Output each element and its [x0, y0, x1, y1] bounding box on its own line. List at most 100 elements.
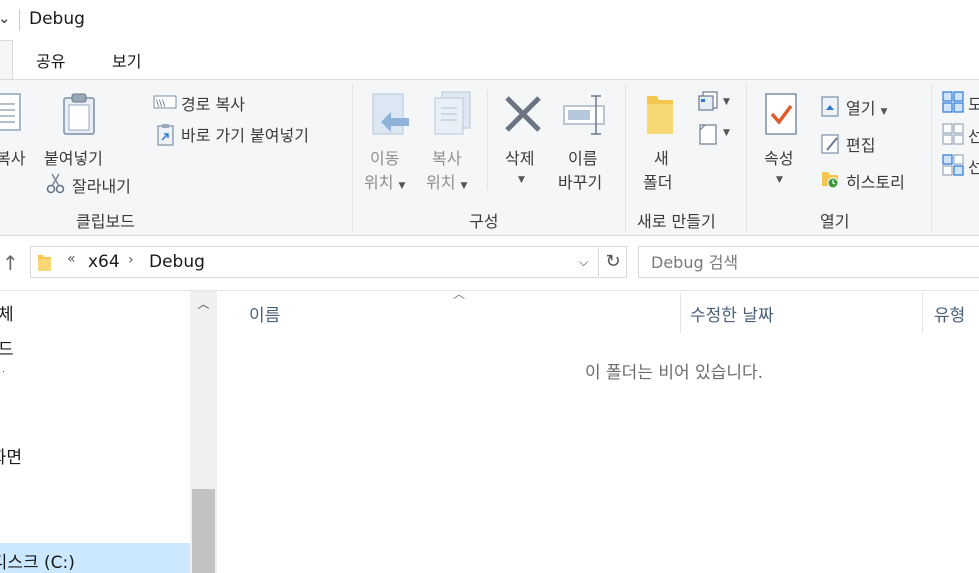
copy-to-dropdown-icon: ▼ [460, 181, 468, 191]
clipboard-group-label: 클립보드 [76, 212, 135, 231]
cut-icon[interactable] [46, 172, 66, 194]
history-button[interactable]: 히스토리 [846, 169, 905, 193]
column-header-name[interactable]: 이름 [249, 301, 280, 326]
ribbon-tabs: 공유 보기 [0, 40, 979, 79]
history-icon[interactable] [820, 168, 842, 190]
empty-folder-message: 이 폴더는 비어 있습니다. [585, 363, 764, 383]
nav-item[interactable]: 드 [0, 335, 14, 360]
ribbon: 복사 붙여넣기 \\\ 경로 복사 바로 가기 붙여넣기 잘라내기 클립보드 이… [0, 79, 979, 236]
move-to-dropdown-icon: ▼ [398, 181, 406, 191]
tab-home[interactable] [0, 40, 13, 79]
nav-item[interactable]: ᆞ [0, 363, 9, 380]
new-item-icon[interactable] [697, 90, 721, 112]
copy-to-icon[interactable] [432, 90, 476, 136]
scroll-up-icon[interactable]: ︿ [190, 295, 217, 312]
column-separator[interactable] [922, 293, 923, 333]
select-none-icon[interactable] [942, 123, 964, 145]
group-separator [746, 84, 747, 232]
paste-button-label[interactable]: 붙여넣기 [44, 145, 103, 169]
copy-to-text: 위치 [426, 173, 456, 192]
edit-button[interactable]: 편집 [846, 132, 875, 156]
svg-text:\\\: \\\ [156, 99, 166, 109]
folder-icon [38, 255, 51, 271]
open-text: 열기 [846, 99, 876, 118]
delete-dropdown-icon[interactable]: ▼ [518, 175, 525, 185]
invert-selection-icon[interactable] [942, 154, 964, 176]
new-group-label: 새로 만들기 [637, 212, 716, 231]
inner-separator [487, 90, 488, 190]
navigation-bar: ↑ « x64 › Debug ⌵ ↻ [0, 237, 979, 289]
new-folder-label-1[interactable]: 새 [654, 145, 669, 169]
select-all-label[interactable]: 모 [968, 91, 979, 115]
address-bar[interactable]: « x64 › Debug ⌵ [30, 246, 599, 278]
delete-button-label[interactable]: 삭제 [505, 145, 534, 169]
nav-item-local-disk[interactable]: 로컬 디스크 (C:) [0, 543, 190, 573]
breadcrumb-chevron-icon[interactable]: › [128, 252, 134, 268]
refresh-icon: ↻ [605, 251, 621, 272]
group-separator [352, 84, 353, 232]
up-arrow-icon[interactable]: ↑ [2, 251, 19, 275]
move-to-label-2[interactable]: 위치 ▼ [364, 169, 405, 193]
rename-label-1[interactable]: 이름 [568, 145, 597, 169]
group-separator [931, 84, 932, 232]
invert-selection-label[interactable]: 선 [968, 154, 979, 178]
move-to-icon[interactable] [371, 92, 411, 138]
select-none-label[interactable]: 선 [968, 123, 979, 147]
paste-shortcut-icon[interactable] [156, 123, 176, 147]
title-separator [19, 9, 20, 31]
nav-item-local-disk-label: 로컬 디스크 (C:) [0, 553, 75, 573]
move-to-label-1[interactable]: 이동 [370, 145, 399, 169]
file-list: ︿ 이름 수정한 날짜 유형 이 폴더는 비어 있습니다. [217, 287, 979, 573]
select-all-icon[interactable] [942, 91, 964, 113]
rename-label-2[interactable]: 바꾸기 [558, 169, 602, 193]
column-separator[interactable] [680, 293, 681, 333]
address-history-dropdown-icon[interactable]: ⌵ [579, 255, 588, 270]
title-bar: ⌄ Debug [0, 0, 979, 40]
open-button[interactable]: 열기 ▼ [846, 95, 887, 119]
breadcrumb-x64[interactable]: x64 [88, 252, 120, 272]
cut-button[interactable]: 잘라내기 [72, 173, 131, 197]
easy-access-icon[interactable] [697, 122, 721, 146]
copy-path-button[interactable]: 경로 복사 [181, 91, 245, 115]
address-overflow-icon[interactable]: « [67, 251, 76, 267]
properties-button-label[interactable]: 속성 [764, 145, 793, 169]
quick-access-dropdown-icon[interactable]: ⌄ [0, 9, 11, 27]
tab-view[interactable]: 보기 [112, 48, 141, 72]
open-group-label: 열기 [820, 212, 850, 231]
open-dropdown-icon: ▼ [880, 107, 888, 117]
copy-to-label-1[interactable]: 복사 [432, 145, 461, 169]
breadcrumb-debug[interactable]: Debug [149, 252, 205, 272]
copy-icon[interactable] [0, 90, 28, 136]
search-input[interactable] [639, 247, 979, 277]
scroll-thumb[interactable] [192, 489, 215, 573]
group-separator [625, 84, 626, 232]
new-folder-label-2[interactable]: 폴더 [643, 169, 672, 193]
tab-share[interactable]: 공유 [36, 48, 65, 72]
move-to-text: 위치 [364, 173, 394, 192]
delete-icon[interactable] [503, 94, 543, 134]
new-item-dropdown-icon[interactable]: ▼ [723, 97, 730, 107]
copy-to-label-2[interactable]: 위치 ▼ [426, 169, 467, 193]
rename-icon[interactable] [562, 92, 608, 136]
nav-item-desktop[interactable]: 바탕 화면 [0, 443, 22, 468]
edit-icon[interactable] [820, 133, 842, 155]
copy-path-icon[interactable]: \\\ [153, 94, 177, 110]
navpane-scrollbar[interactable]: ︿ [190, 291, 217, 573]
nav-item[interactable]: 체 [0, 300, 14, 325]
navigation-pane: 체 드 ᆞ 바탕 화면 로컬 디스크 (C:) ︿ [0, 290, 217, 573]
column-header-type[interactable]: 유형 [934, 301, 965, 326]
refresh-button[interactable]: ↻ [600, 246, 627, 278]
organize-group-label: 구성 [469, 212, 499, 231]
easy-access-dropdown-icon[interactable]: ▼ [723, 128, 730, 138]
new-folder-icon[interactable] [645, 92, 675, 136]
sort-ascending-icon: ︿ [453, 287, 466, 301]
copy-button-label[interactable]: 복사 [0, 145, 25, 169]
column-header-date-modified[interactable]: 수정한 날짜 [690, 301, 774, 326]
search-box[interactable] [638, 246, 979, 278]
open-icon[interactable] [820, 94, 842, 118]
properties-icon[interactable] [764, 92, 800, 138]
window-title: Debug [29, 9, 85, 29]
paste-shortcut-button[interactable]: 바로 가기 붙여넣기 [181, 122, 309, 146]
properties-dropdown-icon[interactable]: ▼ [776, 175, 783, 185]
paste-icon[interactable] [61, 92, 97, 138]
